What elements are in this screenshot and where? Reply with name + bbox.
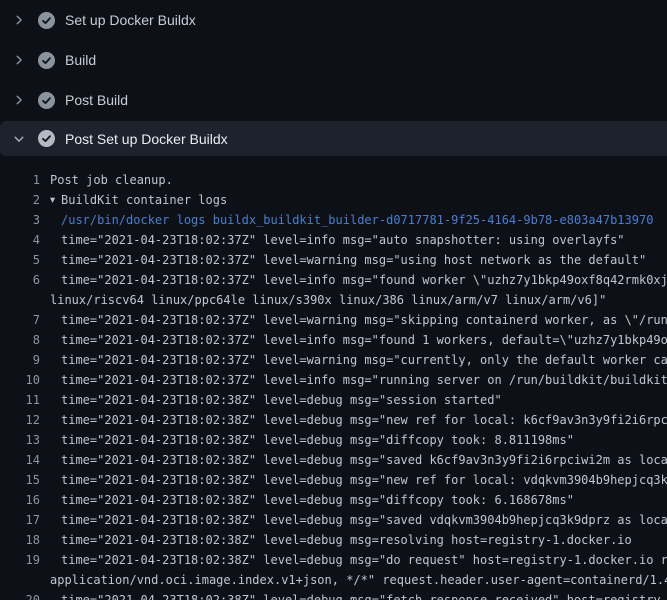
log-line-text: application/vnd.oci.image.index.v1+json,…: [40, 570, 667, 590]
log-line-text: Post job cleanup.: [40, 170, 173, 190]
log-line-number[interactable]: 20: [0, 590, 40, 600]
check-circle-icon: [38, 130, 55, 147]
log-line-text: time="2021-04-23T18:02:37Z" level=warnin…: [40, 350, 667, 370]
log-line: 19time="2021-04-23T18:02:38Z" level=debu…: [0, 550, 667, 570]
log-line: 12time="2021-04-23T18:02:38Z" level=debu…: [0, 410, 667, 430]
step-label: Post Build: [65, 92, 128, 108]
log-group-title: BuildKit container logs: [61, 193, 227, 207]
step-status-icon: [38, 130, 55, 147]
log-line: 2▼BuildKit container logs: [0, 190, 667, 210]
log-line-number[interactable]: 9: [0, 350, 40, 370]
log-line-text: time="2021-04-23T18:02:38Z" level=debug …: [40, 450, 667, 470]
chevron-down-icon: [12, 131, 26, 147]
log-line-text: time="2021-04-23T18:02:37Z" level=warnin…: [40, 250, 646, 270]
log-line-text: time="2021-04-23T18:02:38Z" level=debug …: [40, 490, 574, 510]
log-line-number[interactable]: 14: [0, 450, 40, 470]
log-line: 7time="2021-04-23T18:02:37Z" level=warni…: [0, 310, 667, 330]
step-status-icon: [38, 12, 55, 29]
log-line: 9time="2021-04-23T18:02:37Z" level=warni…: [0, 350, 667, 370]
log-line-number[interactable]: 1: [0, 170, 40, 190]
log-line-number[interactable]: 16: [0, 490, 40, 510]
log-line: 16time="2021-04-23T18:02:38Z" level=debu…: [0, 490, 667, 510]
log-line-number[interactable]: 10: [0, 370, 40, 390]
chevron-right-icon: [12, 12, 26, 28]
log-line-number[interactable]: 2: [0, 190, 40, 210]
log-line-text: linux/riscv64 linux/ppc64le linux/s390x …: [40, 290, 606, 310]
step-expander: [12, 12, 26, 28]
log-line: 20time="2021-04-23T18:02:38Z" level=debu…: [0, 590, 667, 600]
log-line-text: time="2021-04-23T18:02:37Z" level=warnin…: [40, 310, 667, 330]
log-line-number[interactable]: 19: [0, 550, 40, 570]
log-line-text: time="2021-04-23T18:02:38Z" level=debug …: [40, 470, 667, 490]
log-line: 13time="2021-04-23T18:02:38Z" level=debu…: [0, 430, 667, 450]
step-status-icon: [38, 52, 55, 69]
log-command-text: /usr/bin/docker logs buildx_buildkit_bui…: [40, 210, 653, 230]
log-line-number[interactable]: 11: [0, 390, 40, 410]
step-header-build[interactable]: Build: [0, 40, 667, 80]
step-status-icon: [38, 92, 55, 109]
log-group-toggle[interactable]: ▼BuildKit container logs: [40, 190, 227, 210]
log-line-number[interactable]: 15: [0, 470, 40, 490]
log-line-number[interactable]: 18: [0, 530, 40, 550]
log-line-number: [0, 290, 40, 310]
log-line-number[interactable]: 17: [0, 510, 40, 530]
step-label: Build: [65, 52, 96, 68]
log-line-text: time="2021-04-23T18:02:38Z" level=debug …: [40, 390, 502, 410]
log-line-number[interactable]: 6: [0, 270, 40, 290]
log-line: 15time="2021-04-23T18:02:38Z" level=debu…: [0, 470, 667, 490]
log-line: 17time="2021-04-23T18:02:38Z" level=debu…: [0, 510, 667, 530]
log-line: linux/riscv64 linux/ppc64le linux/s390x …: [0, 290, 667, 310]
log-line: 10time="2021-04-23T18:02:37Z" level=info…: [0, 370, 667, 390]
log-line: 4time="2021-04-23T18:02:37Z" level=info …: [0, 230, 667, 250]
step-header-set-up-docker-buildx[interactable]: Set up Docker Buildx: [0, 0, 667, 40]
log-line-number[interactable]: 13: [0, 430, 40, 450]
step-label: Set up Docker Buildx: [65, 12, 196, 28]
log-line-text: time="2021-04-23T18:02:38Z" level=debug …: [40, 430, 574, 450]
step-expander: [12, 131, 26, 147]
log-line-number: [0, 570, 40, 590]
log-line-text: time="2021-04-23T18:02:38Z" level=debug …: [40, 530, 632, 550]
log-line: 11time="2021-04-23T18:02:38Z" level=debu…: [0, 390, 667, 410]
check-circle-icon: [38, 92, 55, 109]
chevron-right-icon: [12, 52, 26, 68]
actions-log-panel: Set up Docker Buildx Build Post Build Post …: [0, 0, 667, 600]
log-line-text: time="2021-04-23T18:02:37Z" level=info m…: [40, 370, 667, 390]
step-expander: [12, 92, 26, 108]
log-view: 1Post job cleanup.2▼BuildKit container l…: [0, 156, 667, 600]
log-line-text: time="2021-04-23T18:02:37Z" level=info m…: [40, 230, 625, 250]
log-line: application/vnd.oci.image.index.v1+json,…: [0, 570, 667, 590]
step-expander: [12, 52, 26, 68]
log-line: 6time="2021-04-23T18:02:37Z" level=info …: [0, 270, 667, 290]
step-header-post-set-up-docker-buildx[interactable]: Post Set up Docker Buildx: [0, 121, 667, 156]
check-circle-icon: [38, 12, 55, 29]
log-line-text: time="2021-04-23T18:02:38Z" level=debug …: [40, 410, 667, 430]
check-circle-icon: [38, 52, 55, 69]
log-line-text: time="2021-04-23T18:02:38Z" level=debug …: [40, 510, 667, 530]
log-line-number[interactable]: 4: [0, 230, 40, 250]
log-line: 1Post job cleanup.: [0, 170, 667, 190]
chevron-right-icon: [12, 92, 26, 108]
log-line: 8time="2021-04-23T18:02:37Z" level=info …: [0, 330, 667, 350]
log-line: 3/usr/bin/docker logs buildx_buildkit_bu…: [0, 210, 667, 230]
log-line-number[interactable]: 12: [0, 410, 40, 430]
log-line: 18time="2021-04-23T18:02:38Z" level=debu…: [0, 530, 667, 550]
step-header-post-build[interactable]: Post Build: [0, 80, 667, 120]
log-line-text: time="2021-04-23T18:02:38Z" level=debug …: [40, 590, 667, 600]
step-label: Post Set up Docker Buildx: [65, 131, 228, 147]
group-expanded-icon: ▼: [50, 191, 61, 211]
log-line-number[interactable]: 8: [0, 330, 40, 350]
log-line-number[interactable]: 7: [0, 310, 40, 330]
log-line: 5time="2021-04-23T18:02:37Z" level=warni…: [0, 250, 667, 270]
log-line-text: time="2021-04-23T18:02:38Z" level=debug …: [40, 550, 667, 570]
log-line-text: time="2021-04-23T18:02:37Z" level=info m…: [40, 330, 667, 350]
log-line-number[interactable]: 5: [0, 250, 40, 270]
log-line: 14time="2021-04-23T18:02:38Z" level=debu…: [0, 450, 667, 470]
log-line-text: time="2021-04-23T18:02:37Z" level=info m…: [40, 270, 667, 290]
log-line-number[interactable]: 3: [0, 210, 40, 230]
step-list: Set up Docker Buildx Build Post Build Post …: [0, 0, 667, 156]
